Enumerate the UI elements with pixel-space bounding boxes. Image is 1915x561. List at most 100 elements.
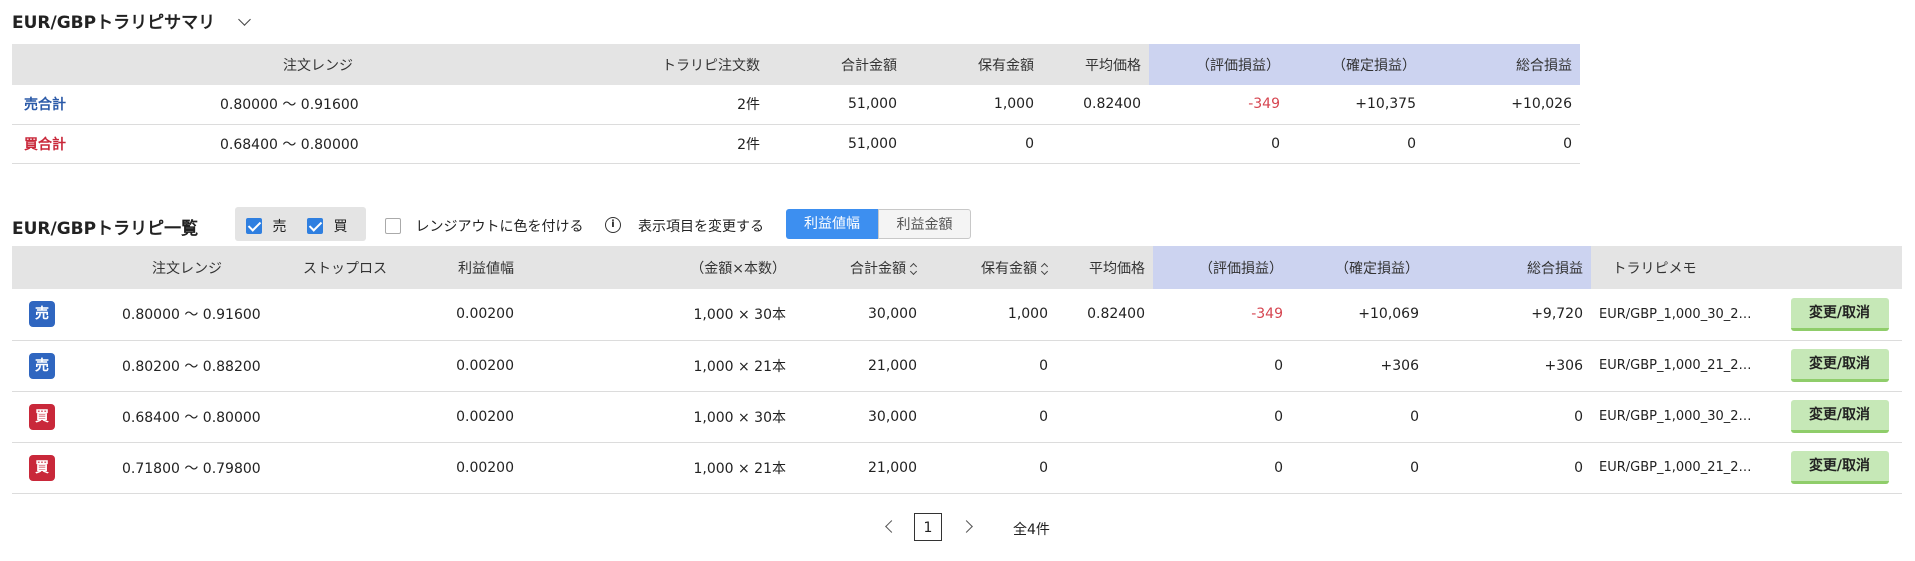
change-cancel-button[interactable]: 変更/取消 [1790,451,1889,484]
row-held-amount: 0 [925,442,1056,494]
row-unrealized: 0 [1153,442,1289,494]
toggle-profit-amount[interactable]: 利益金額 [878,209,971,239]
row-held-amount: 0 [925,391,1056,443]
summary-header-total-pl: 総合損益 [1422,44,1580,85]
row-total-pl: +306 [1425,340,1591,392]
list-header-row: 注文レンジ ストップロス 利益値幅 （金額×本数） 合計金額 保有金額 平均価格… [12,246,1902,289]
table-row: 買 0.71800 〜 0.79800 0.00200 1,000 × 21本 … [12,442,1902,494]
list-header-action [1777,246,1902,289]
row-unrealized: -349 [1153,289,1289,341]
change-display-label: 表示項目を変更する [638,219,764,235]
buy-badge: 買 [29,454,55,481]
row-amount-qty: 1,000 × 30本 [518,391,794,443]
buy-badge: 買 [29,403,55,430]
list-header-realized: （確定損益） [1289,246,1425,289]
list-header-held-amount[interactable]: 保有金額 [925,246,1056,289]
table-row: 売 0.80200 〜 0.88200 0.00200 1,000 × 21本 … [12,340,1902,392]
chevron-left-icon [885,520,898,533]
list-header-total-amount-label: 合計金額 [850,260,906,277]
filter-buy-checkbox[interactable]: 買 [307,216,347,236]
prev-page-button[interactable] [883,520,898,534]
sell-badge: 売 [29,301,55,328]
summary-row-unrealized: 0 [1149,124,1286,164]
summary-title-text: EUR/GBPトラリピサマリ [12,13,216,33]
row-memo: EUR/GBP_1,000_21_2… [1591,442,1777,494]
summary-row-range: 0.80000 〜 0.91600 [160,85,624,125]
summary-header-avg-price: 平均価格 [1042,44,1149,85]
sell-badge: 売 [29,352,55,379]
info-icon[interactable]: i [605,217,621,233]
row-amount-qty: 1,000 × 21本 [518,340,794,392]
row-profit-width: 0.00200 [418,442,518,494]
filter-buy-label: 買 [333,219,348,235]
pagination-total: 全4件 [1013,522,1050,538]
row-profit-width: 0.00200 [418,340,518,392]
summary-header-unrealized: （評価損益） [1149,44,1286,85]
summary-row-sell: 売合計 0.80000 〜 0.91600 2件 51,000 1,000 0.… [12,85,1580,125]
row-avg-price: 0.82400 [1056,289,1153,341]
summary-header-range: 注文レンジ [12,44,624,85]
row-stop-loss [302,289,418,341]
list-header-side [12,246,72,289]
row-stop-loss [302,391,418,443]
summary-row-order-count: 2件 [624,124,768,164]
list-header-held-amount-label: 保有金額 [981,260,1037,277]
change-cancel-button[interactable]: 変更/取消 [1790,297,1889,331]
change-cancel-button[interactable]: 変更/取消 [1790,349,1889,382]
summary-row-held-amount: 0 [905,124,1042,164]
filter-sell-checkbox[interactable]: 売 [246,216,286,236]
filter-sell-label: 売 [272,219,287,235]
change-cancel-button[interactable]: 変更/取消 [1790,400,1889,433]
summary-header-row: 注文レンジ トラリピ注文数 合計金額 保有金額 平均価格 （評価損益） （確定損… [12,44,1580,85]
list-header-total-amount[interactable]: 合計金額 [794,246,925,289]
next-page-button[interactable] [960,520,976,534]
summary-row-realized: +10,375 [1286,85,1422,125]
row-held-amount: 1,000 [925,289,1056,341]
summary-title: EUR/GBPトラリピサマリ [12,8,215,33]
row-profit-width: 0.00200 [418,391,518,443]
row-profit-width: 0.00200 [418,289,518,341]
summary-row-total-pl: +10,026 [1422,85,1580,125]
list-title: EUR/GBPトラリピ一覧 [12,219,199,239]
row-realized: +306 [1289,340,1425,392]
page-number-current[interactable]: 1 [914,513,942,541]
summary-row-total-amount: 51,000 [768,124,905,164]
summary-row-label: 買合計 [12,124,160,164]
checkbox-unchecked-icon [385,218,401,234]
summary-row-total-amount: 51,000 [768,85,905,125]
row-amount-qty: 1,000 × 30本 [518,289,794,341]
list-header-avg-price: 平均価格 [1056,246,1153,289]
row-memo: EUR/GBP_1,000_21_2… [1591,340,1777,392]
list-header-unrealized: （評価損益） [1153,246,1289,289]
row-realized: +10,069 [1289,289,1425,341]
summary-row-label: 売合計 [12,85,160,125]
row-stop-loss [302,340,418,392]
summary-row-avg-price [1042,124,1149,164]
checkbox-checked-icon [307,218,323,234]
list-header-amount-qty: （金額×本数） [518,246,794,289]
summary-header-order-count: トラリピ注文数 [624,44,768,85]
row-range: 0.68400 〜 0.80000 [72,391,302,443]
summary-row-unrealized: -349 [1149,85,1286,125]
row-realized: 0 [1289,391,1425,443]
row-unrealized: 0 [1153,391,1289,443]
traripi-list-table: 注文レンジ ストップロス 利益値幅 （金額×本数） 合計金額 保有金額 平均価格… [12,246,1902,494]
range-out-color-checkbox[interactable]: レンジアウトに色を付ける [385,216,583,236]
summary-row-avg-price: 0.82400 [1042,85,1149,125]
summary-header-held-amount: 保有金額 [905,44,1042,85]
chevron-right-icon [960,520,973,533]
row-avg-price [1056,391,1153,443]
row-range: 0.80000 〜 0.91600 [72,289,302,341]
row-range: 0.71800 〜 0.79800 [72,442,302,494]
checkbox-checked-icon [246,218,262,234]
list-header-profit-width: 利益値幅 [418,246,518,289]
summary-table: 注文レンジ トラリピ注文数 合計金額 保有金額 平均価格 （評価損益） （確定損… [12,44,1580,164]
summary-collapse-toggle[interactable] [238,12,251,28]
list-header-memo: トラリピメモ [1591,246,1777,289]
row-total-amount: 30,000 [794,391,925,443]
toggle-profit-width[interactable]: 利益値幅 [786,209,878,239]
summary-row-buy: 買合計 0.68400 〜 0.80000 2件 51,000 0 0 0 0 [12,124,1580,164]
summary-header-total-amount: 合計金額 [768,44,905,85]
summary-header-realized: （確定損益） [1286,44,1422,85]
row-total-amount: 21,000 [794,442,925,494]
